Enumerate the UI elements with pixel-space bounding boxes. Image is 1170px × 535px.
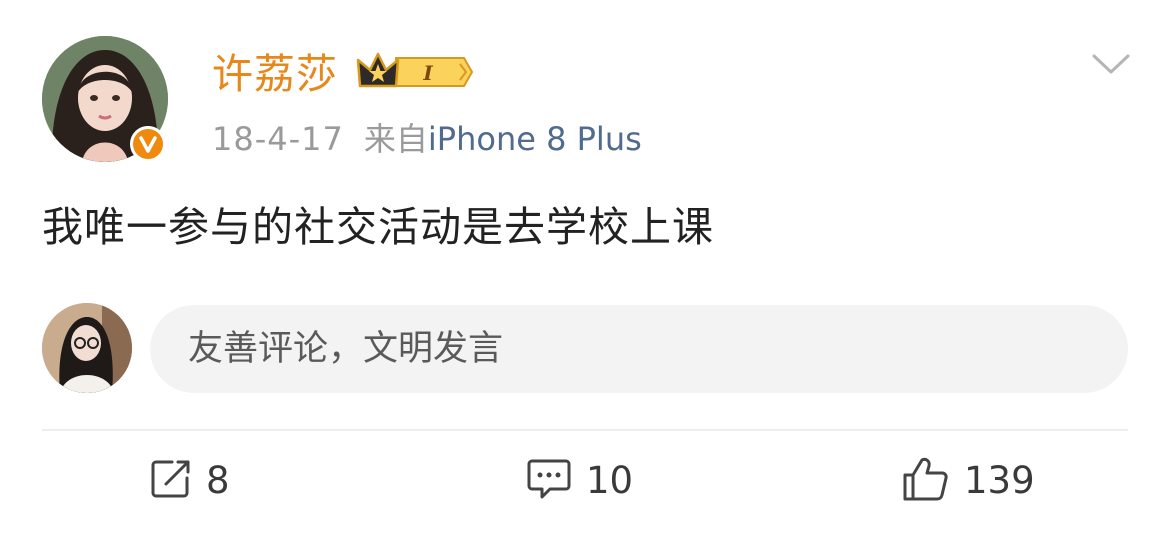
comment-input[interactable]: 友善评论，文明发言 bbox=[150, 305, 1128, 393]
like-button[interactable]: 139 bbox=[902, 453, 1035, 509]
vip-level: I bbox=[422, 61, 433, 85]
comment-count: 10 bbox=[586, 459, 634, 502]
comment-icon bbox=[526, 458, 572, 504]
source-device[interactable]: iPhone 8 Plus bbox=[428, 120, 642, 158]
author-name[interactable]: 许荔莎 bbox=[212, 44, 338, 104]
share-icon bbox=[150, 458, 192, 504]
comment-button[interactable]: 10 bbox=[526, 453, 633, 509]
post-time: 18-4-17 bbox=[212, 120, 344, 158]
source-prefix: 来自 bbox=[363, 120, 428, 158]
share-count: 8 bbox=[206, 459, 230, 502]
post-text: 我唯一参与的社交活动是去学校上课 bbox=[42, 203, 714, 251]
crown-vip-icon[interactable]: I bbox=[356, 50, 474, 98]
chevron-down-icon[interactable] bbox=[1092, 52, 1130, 80]
verified-v-icon bbox=[130, 126, 166, 162]
post-meta: 18-4-17 来自iPhone 8 Plus bbox=[212, 116, 642, 162]
my-avatar bbox=[42, 303, 132, 393]
watermark-fade bbox=[1030, 492, 1170, 522]
like-icon bbox=[902, 456, 950, 506]
like-count: 139 bbox=[964, 459, 1035, 502]
divider bbox=[42, 429, 1128, 431]
share-button[interactable]: 8 bbox=[150, 453, 230, 509]
